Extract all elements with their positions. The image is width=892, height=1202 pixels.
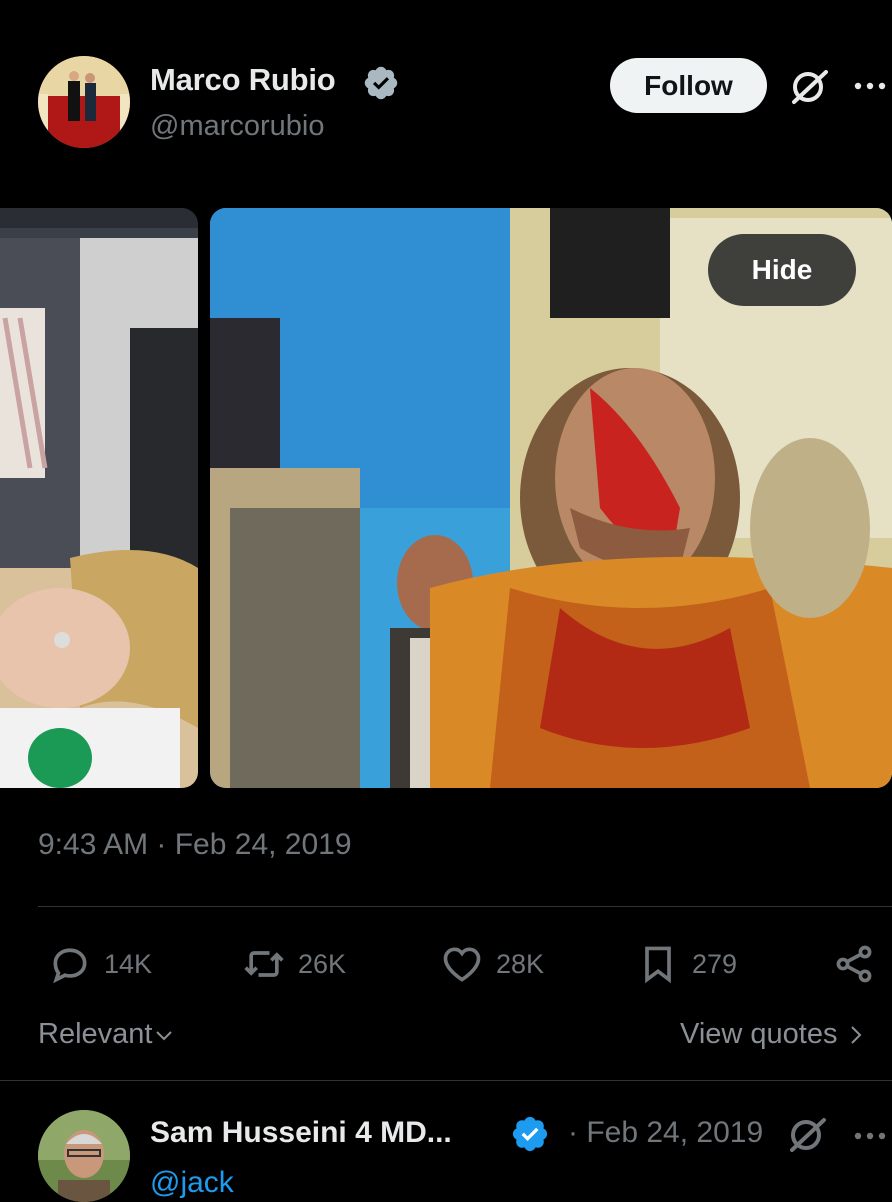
reply-button[interactable]: 14K: [48, 940, 152, 988]
bookmark-button[interactable]: 279: [636, 940, 737, 988]
divider: [38, 906, 892, 907]
reply-author-avatar[interactable]: [38, 1110, 130, 1202]
bookmark-count: 279: [692, 948, 738, 979]
chevron-right-icon: [851, 1025, 862, 1044]
reply-author-name[interactable]: Sam Husseini 4 MD...: [150, 1116, 452, 1150]
post-timestamp[interactable]: 9:43 AM · Feb 24, 2019: [38, 828, 352, 862]
like-button[interactable]: 28K: [440, 940, 544, 988]
reply-count: 14K: [104, 948, 153, 979]
view-quotes-label: View quotes: [680, 1018, 838, 1050]
share-button[interactable]: [832, 940, 888, 988]
like-icon: [443, 947, 481, 982]
chevron-down-icon: [156, 1030, 173, 1040]
verified-badge-icon: [362, 64, 400, 102]
repost-count: 26K: [298, 948, 347, 979]
repost-button[interactable]: 26K: [242, 940, 346, 988]
repost-icon: [244, 951, 284, 977]
reply-date[interactable]: · Feb 24, 2019: [568, 1116, 763, 1150]
reply-icon: [53, 948, 87, 984]
grok-icon[interactable]: [788, 66, 830, 108]
grok-icon[interactable]: [786, 1114, 828, 1156]
relevant-sort-dropdown[interactable]: Relevant: [38, 1018, 176, 1051]
media-image-left[interactable]: [0, 208, 198, 788]
view-quotes-link[interactable]: View quotes: [680, 1018, 867, 1051]
divider: [0, 1080, 892, 1081]
author-handle[interactable]: @marcorubio: [150, 110, 325, 143]
more-icon[interactable]: [850, 1124, 890, 1148]
more-icon[interactable]: [850, 74, 890, 98]
share-icon: [836, 945, 872, 983]
hide-media-button[interactable]: Hide: [708, 234, 856, 306]
bookmark-icon: [645, 946, 671, 984]
author-avatar[interactable]: [38, 56, 130, 148]
follow-button[interactable]: Follow: [610, 58, 767, 113]
verified-badge-icon: [510, 1114, 550, 1154]
reply-author-handle[interactable]: @jack: [150, 1166, 234, 1200]
like-count: 28K: [496, 948, 545, 979]
author-name[interactable]: Marco Rubio: [150, 62, 336, 98]
relevant-label: Relevant: [38, 1018, 153, 1050]
